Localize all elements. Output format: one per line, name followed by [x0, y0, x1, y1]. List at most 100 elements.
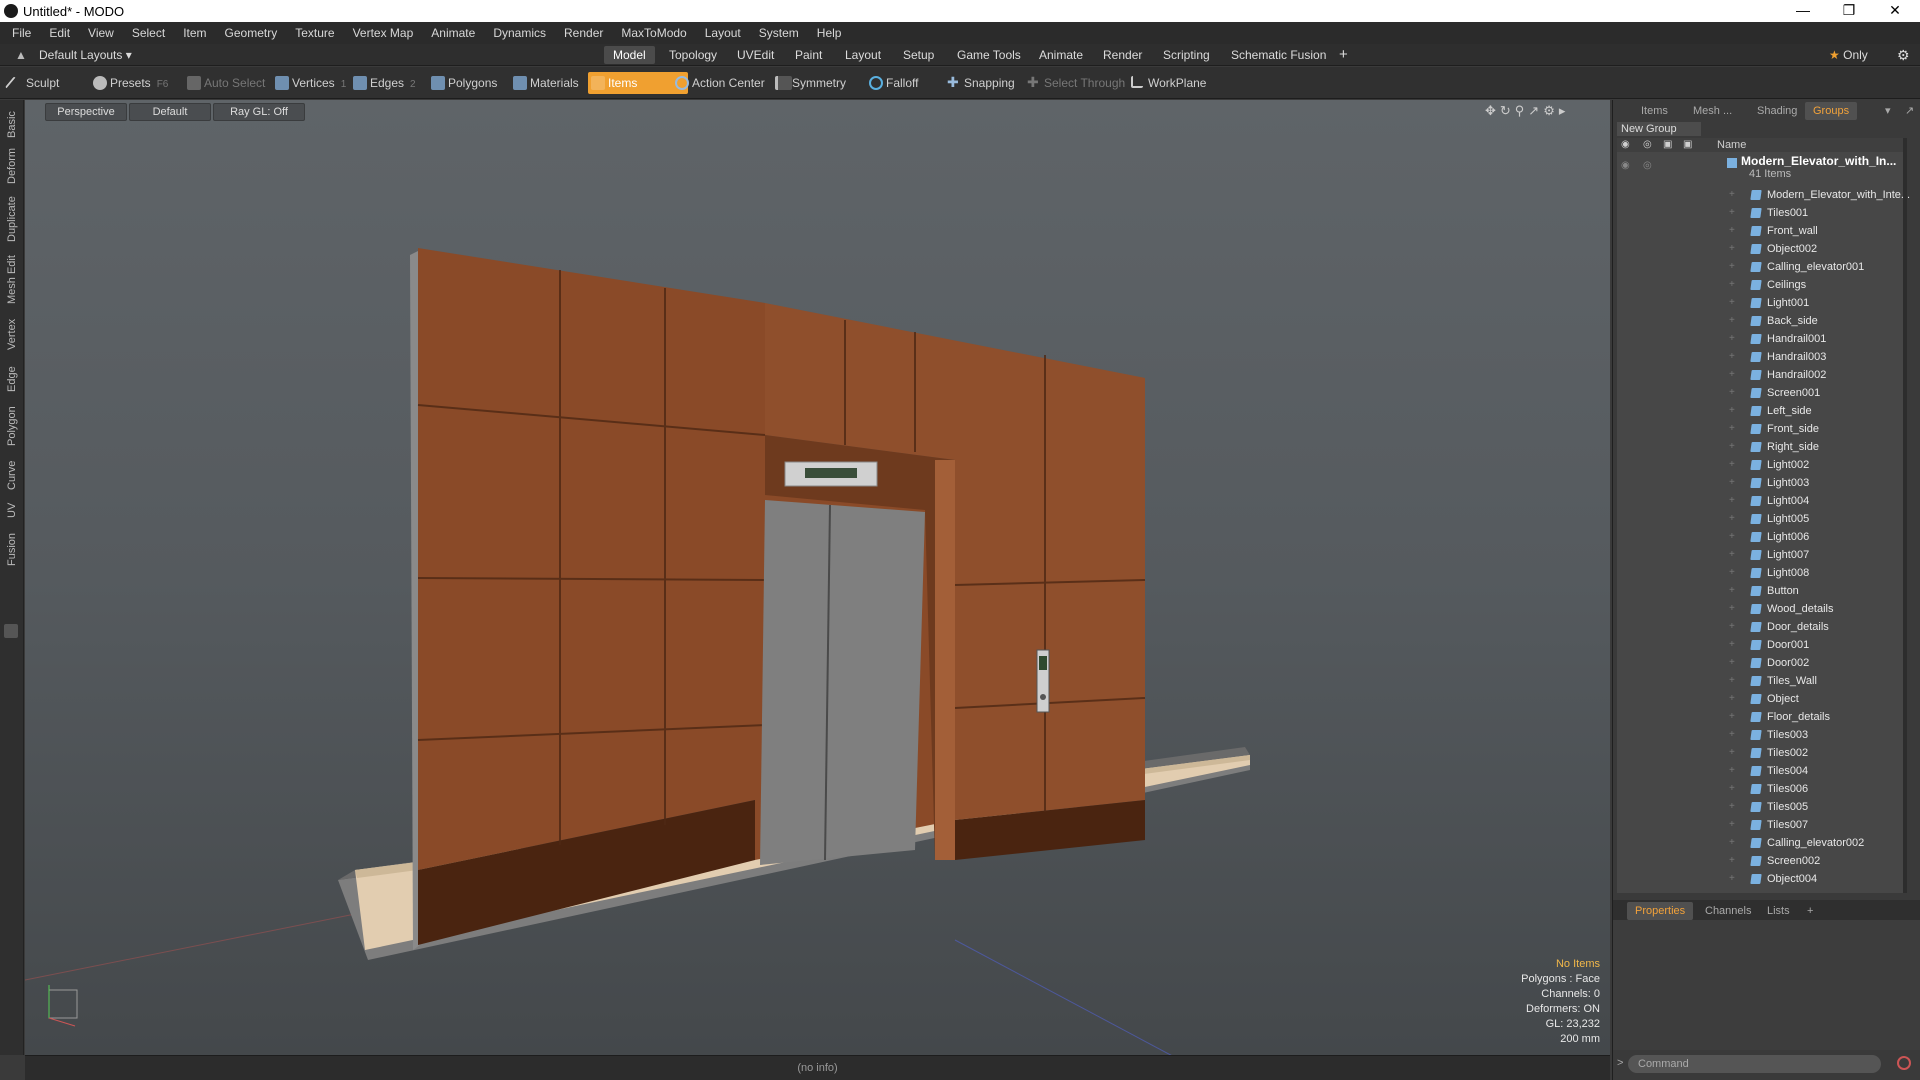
tab-channels[interactable]: Channels [1697, 902, 1759, 920]
list-item[interactable]: + Door001 [1617, 636, 1907, 654]
expand-icon[interactable]: + [1729, 258, 1735, 276]
list-item[interactable]: + Object [1617, 690, 1907, 708]
list-item[interactable]: + Tiles_Wall [1617, 672, 1907, 690]
list-item[interactable]: + Wood_details [1617, 600, 1907, 618]
list-item[interactable]: + Object002 [1617, 240, 1907, 258]
menu-file[interactable]: File [0, 22, 40, 44]
panel-tab-items[interactable]: Items [1633, 102, 1676, 120]
close-button[interactable]: ✕ [1872, 0, 1918, 22]
menu-select[interactable]: Select [123, 22, 174, 44]
expand-icon[interactable]: + [1729, 492, 1735, 510]
list-item[interactable]: + Calling_elevator001 [1617, 258, 1907, 276]
tab-paint[interactable]: Paint [786, 46, 831, 64]
expand-icon[interactable]: + [1729, 834, 1735, 852]
add-tab-button[interactable]: + [1330, 46, 1357, 64]
tab-topology[interactable]: Topology [660, 46, 726, 64]
workplane-button[interactable]: WorkPlane [1128, 72, 1212, 94]
select-icon[interactable]: ▣ [1683, 139, 1692, 150]
expand-icon[interactable]: + [1729, 618, 1735, 636]
menu-render[interactable]: Render [555, 22, 612, 44]
tab-uvedit[interactable]: UVEdit [728, 46, 783, 64]
edges-button[interactable]: Edges 2 [350, 72, 422, 94]
menu-view[interactable]: View [79, 22, 123, 44]
expand-icon[interactable]: + [1729, 564, 1735, 582]
list-item[interactable]: + Light004 [1617, 492, 1907, 510]
menu-dynamics[interactable]: Dynamics [484, 22, 555, 44]
panel-tab-groups[interactable]: Groups [1805, 102, 1858, 120]
list-item[interactable]: + Ceilings [1617, 276, 1907, 294]
expand-icon[interactable]: + [1729, 438, 1735, 456]
list-item[interactable]: + Tiles004 [1617, 762, 1907, 780]
menu-help[interactable]: Help [808, 22, 851, 44]
record-macro-icon[interactable] [1897, 1056, 1911, 1070]
expand-icon[interactable]: + [1729, 654, 1735, 672]
polygons-button[interactable]: Polygons [428, 72, 503, 94]
visibility-eye-icon[interactable]: ◉ [1621, 139, 1630, 150]
list-item[interactable]: + Door_details [1617, 618, 1907, 636]
list-item[interactable]: + Tiles006 [1617, 780, 1907, 798]
expand-icon[interactable]: + [1729, 402, 1735, 420]
expand-icon[interactable]: + [1729, 600, 1735, 618]
panel-tab-mesh[interactable]: Mesh ... [1685, 102, 1740, 120]
expand-icon[interactable]: + [1729, 420, 1735, 438]
minimize-button[interactable]: — [1780, 0, 1826, 22]
expand-icon[interactable]: + [1729, 294, 1735, 312]
list-item[interactable]: + Light003 [1617, 474, 1907, 492]
name-column-header[interactable]: Name [1717, 138, 1746, 152]
menu-layout[interactable]: Layout [696, 22, 750, 44]
list-item[interactable]: + Door002 [1617, 654, 1907, 672]
select-through-button[interactable]: ✚ Select Through [1024, 72, 1131, 94]
expand-icon[interactable]: + [1729, 762, 1735, 780]
list-item[interactable]: + Light006 [1617, 528, 1907, 546]
expand-icon[interactable]: + [1729, 690, 1735, 708]
settings-gear-icon[interactable]: ⚙ [1888, 46, 1919, 64]
tab-model[interactable]: Model [604, 46, 655, 64]
list-item[interactable]: + Tiles001 [1617, 204, 1907, 222]
expand-icon[interactable]: + [1729, 330, 1735, 348]
group-visibility-icon[interactable]: ◉ [1621, 160, 1630, 171]
panel-menu-icon[interactable]: ▾ [1877, 102, 1899, 120]
list-item[interactable]: + Left_side [1617, 402, 1907, 420]
list-item[interactable]: + Screen001 [1617, 384, 1907, 402]
lock-icon[interactable]: ▣ [1663, 139, 1672, 150]
list-item[interactable]: + Button [1617, 582, 1907, 600]
expand-icon[interactable]: + [1729, 222, 1735, 240]
panel-tab-shading[interactable]: Shading [1749, 102, 1805, 120]
list-item[interactable]: + Back_side [1617, 312, 1907, 330]
expand-icon[interactable]: + [1729, 672, 1735, 690]
list-item[interactable]: + Front_wall [1617, 222, 1907, 240]
tab-lists[interactable]: Lists [1759, 902, 1798, 920]
action-center-button[interactable]: Action Center [672, 72, 771, 94]
list-item[interactable]: + Light008 [1617, 564, 1907, 582]
vertices-button[interactable]: Vertices 1 [272, 72, 352, 94]
symmetry-button[interactable]: Symmetry [772, 72, 852, 94]
menu-animate[interactable]: Animate [422, 22, 484, 44]
add-panel-tab[interactable]: + [1799, 902, 1821, 920]
list-scrollbar[interactable] [1903, 138, 1907, 893]
menu-geometry[interactable]: Geometry [216, 22, 287, 44]
list-item[interactable]: + Right_side [1617, 438, 1907, 456]
list-item[interactable]: + Handrail001 [1617, 330, 1907, 348]
menu-edit[interactable]: Edit [40, 22, 79, 44]
tab-layout[interactable]: Layout [836, 46, 890, 64]
menu-maxtomodo[interactable]: MaxToModo [612, 22, 695, 44]
expand-icon[interactable]: + [1729, 528, 1735, 546]
list-item[interactable]: + Tiles007 [1617, 816, 1907, 834]
expand-icon[interactable]: + [1729, 744, 1735, 762]
group-row[interactable]: ◉ ◎ Modern_Elevator_with_In... 41 Items [1617, 154, 1907, 184]
expand-icon[interactable]: + [1729, 582, 1735, 600]
list-item[interactable]: + Tiles002 [1617, 744, 1907, 762]
expand-icon[interactable]: + [1729, 474, 1735, 492]
new-group-button[interactable]: New Group [1617, 122, 1701, 136]
presets-button[interactable]: Presets F6 [90, 72, 196, 94]
expand-icon[interactable]: + [1729, 204, 1735, 222]
auto-select-button[interactable]: Auto Select [184, 72, 271, 94]
expand-icon[interactable]: + [1729, 510, 1735, 528]
expand-icon[interactable]: + [1729, 366, 1735, 384]
tab-properties[interactable]: Properties [1627, 902, 1694, 920]
expand-icon[interactable]: + [1729, 636, 1735, 654]
expand-icon[interactable]: + [1729, 276, 1735, 294]
tab-render[interactable]: Render [1094, 46, 1151, 64]
maximize-button[interactable]: ❐ [1826, 0, 1872, 22]
list-item[interactable]: + Front_side [1617, 420, 1907, 438]
